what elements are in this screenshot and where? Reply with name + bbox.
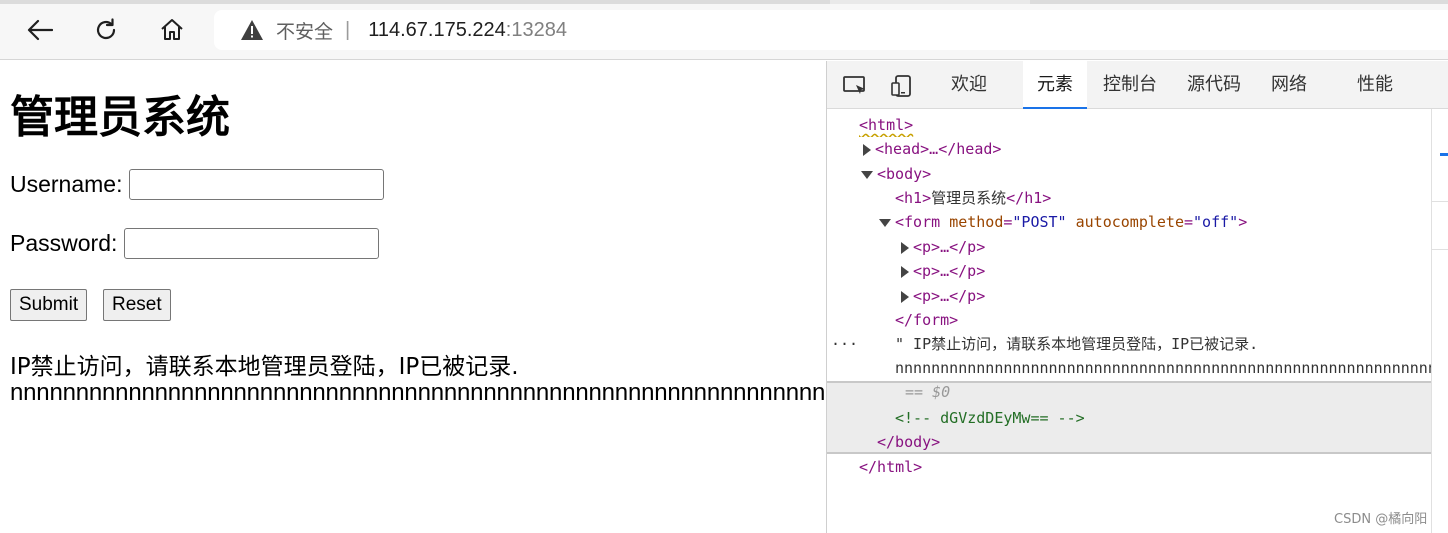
dom-node-head[interactable]: <head>…</head>	[827, 137, 1431, 161]
back-button[interactable]	[22, 12, 58, 48]
body-close-tag: </body>	[877, 433, 941, 451]
p-tag: <p>…</p>	[913, 287, 986, 305]
warning-triangle-icon[interactable]	[240, 18, 264, 42]
dom-node-html[interactable]: <html>	[827, 113, 1431, 137]
tab-console[interactable]: 控制台	[1089, 61, 1171, 109]
dom-node-p[interactable]: <p>…</p>	[827, 259, 1431, 283]
p-tag: <p>…</p>	[913, 262, 986, 280]
password-label: Password:	[10, 230, 118, 256]
submit-button[interactable]: Submit	[10, 289, 88, 321]
n-text-line: nnnnnnnnnnnnnnnnnnnnnnnnnnnnnnnnnnnnnnnn…	[10, 379, 826, 406]
device-emulation-icon[interactable]	[889, 73, 917, 99]
html-open-tag: <html>	[859, 116, 914, 134]
h1-text: 管理员系统	[931, 189, 1007, 207]
devtools-tab-bar: 欢迎 元素 控制台 源代码 网络 性能	[827, 61, 1448, 109]
inspect-element-icon[interactable]	[841, 73, 869, 99]
expand-arrow-icon[interactable]	[863, 143, 871, 156]
blocked-message: IP禁止访问，请联系本地管理员登陆，IP已被记录.	[10, 354, 519, 380]
selected-node-marker: == $0	[905, 383, 951, 401]
collapse-arrow-icon[interactable]	[879, 218, 891, 227]
dom-node-body[interactable]: <body>	[827, 162, 1431, 186]
comment-node: <!-- dGVzdDEyMw== -->	[895, 409, 1085, 427]
browser-toolbar: 不安全 | 114.67.175.224:13284	[0, 0, 1448, 60]
dom-node-form[interactable]: <form method="POST" autocomplete="off">	[827, 210, 1431, 234]
username-label: Username:	[10, 171, 123, 197]
expand-arrow-icon[interactable]	[901, 241, 909, 254]
side-pane-divider	[1432, 201, 1448, 202]
dom-node-p[interactable]: <p>…</p>	[827, 284, 1431, 308]
dom-node-p[interactable]: <p>…</p>	[827, 235, 1431, 259]
tab-strip-edge	[0, 0, 1448, 4]
dom-node-h1[interactable]: <h1>管理员系统</h1>	[827, 186, 1431, 210]
dom-node-comment[interactable]: <!-- dGVzdDEyMw== -->	[827, 406, 1431, 430]
devtools-side-pane[interactable]	[1431, 109, 1448, 533]
dom-node-html-close[interactable]: </html>	[827, 455, 1431, 479]
val-method: "POST"	[1012, 213, 1067, 231]
username-input[interactable]	[129, 169, 385, 200]
attr-autocomplete: autocomplete	[1075, 213, 1184, 231]
more-options-icon[interactable]: ···	[831, 332, 858, 356]
dom-node-text-continued[interactable]: nnnnnnnnnnnnnnnnnnnnnnnnnnnnnnnnnnnnnnnn…	[827, 356, 1431, 380]
html-close-tag: </html>	[859, 458, 923, 476]
url-port[interactable]: :13284	[506, 19, 567, 42]
tab-sources[interactable]: 源代码	[1173, 61, 1255, 109]
h1-close-tag: </h1>	[1006, 189, 1052, 207]
tab-welcome[interactable]: 欢迎	[937, 61, 1001, 109]
insecure-label[interactable]: 不安全	[276, 17, 333, 44]
form-close-tag: </form>	[895, 311, 959, 329]
h1-open-tag: <h1>	[895, 189, 932, 207]
dom-tree: <html> <head>…</head> <body> <h1>管理员系统</…	[827, 109, 1431, 533]
password-row: Password:	[10, 228, 380, 259]
home-icon	[161, 19, 183, 40]
refresh-icon	[96, 18, 116, 40]
tab-strip-segment	[1030, 0, 1448, 4]
refresh-button[interactable]	[88, 12, 124, 48]
page-content: 管理员系统 Username: Password: Submit Reset I…	[0, 61, 826, 533]
expand-arrow-icon[interactable]	[901, 290, 909, 303]
home-button[interactable]	[154, 12, 190, 48]
tab-performance[interactable]: 性能	[1343, 61, 1407, 109]
head-tag: <head>…</head>	[875, 140, 1002, 158]
reset-button[interactable]: Reset	[103, 289, 171, 321]
tab-elements[interactable]: 元素	[1023, 61, 1087, 109]
p-tag: <p>…</p>	[913, 238, 986, 256]
form-tag-end: >	[1238, 213, 1248, 231]
address-bar[interactable]: 不安全 | 114.67.175.224:13284	[214, 10, 1448, 50]
dom-node-text-marker: == $0	[827, 380, 1431, 404]
password-input[interactable]	[124, 228, 380, 259]
devtools-panel: 欢迎 元素 控制台 源代码 网络 性能 <html> <head>…</head…	[826, 61, 1448, 533]
tab-network[interactable]: 网络	[1257, 61, 1321, 109]
val-autocomplete: "off"	[1193, 213, 1239, 231]
dom-node-text-selected[interactable]: ··· " IP禁止访问，请联系本地管理员登陆，IP已被记录.	[827, 332, 1431, 356]
side-pane-divider	[1432, 249, 1448, 250]
url-host[interactable]: 114.67.175.224	[368, 19, 506, 42]
form-open-tag: <form	[895, 213, 941, 231]
page-title: 管理员系统	[10, 92, 230, 143]
username-row: Username:	[10, 169, 385, 200]
body-open-tag: <body>	[877, 165, 932, 183]
collapse-arrow-icon[interactable]	[861, 170, 873, 179]
expand-arrow-icon[interactable]	[901, 265, 909, 278]
attr-method: method	[949, 213, 1004, 231]
tab-strip-segment	[0, 0, 830, 4]
back-arrow-icon	[27, 19, 53, 41]
dom-node-form-close[interactable]: </form>	[827, 308, 1431, 332]
side-pane-tab-indicator	[1440, 153, 1448, 156]
address-separator: |	[345, 18, 351, 41]
text-node-n-line: nnnnnnnnnnnnnnnnnnnnnnnnnnnnnnnnnnnnnnnn…	[895, 359, 1431, 377]
csdn-watermark: CSDN @橘向阳	[1334, 512, 1428, 527]
text-node-message: " IP禁止访问，请联系本地管理员登陆，IP已被记录.	[895, 335, 1259, 353]
dom-node-body-close[interactable]: </body>	[827, 430, 1431, 454]
